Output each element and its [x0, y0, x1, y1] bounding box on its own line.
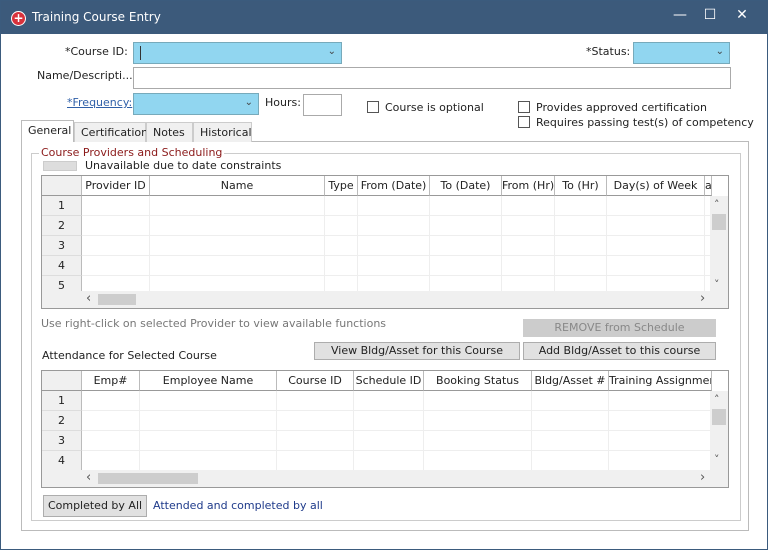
- column-header-day-s-of-week[interactable]: Day(s) of Week: [607, 176, 705, 196]
- completed-by-all-text: Attended and completed by all: [153, 499, 323, 512]
- scroll-down-icon[interactable]: ˅: [714, 278, 720, 291]
- row-header[interactable]: 2: [42, 411, 82, 431]
- course-id-label: *Course ID:: [65, 45, 128, 58]
- scroll-right-icon[interactable]: ›: [700, 470, 705, 485]
- course-id-combo[interactable]: ⌄: [133, 42, 342, 64]
- scroll-down-icon[interactable]: ˅: [714, 453, 720, 466]
- table-row[interactable]: [82, 411, 712, 431]
- scroll-up-icon[interactable]: ˄: [714, 198, 720, 211]
- column-header-training-assignment[interactable]: Training Assignment: [609, 371, 712, 391]
- hours-input[interactable]: [303, 94, 342, 116]
- chevron-down-icon: ⌄: [715, 46, 724, 57]
- row-header[interactable]: 3: [42, 431, 82, 451]
- row-header[interactable]: 1: [42, 391, 82, 411]
- column-header-from-hr-[interactable]: From (Hr): [502, 176, 555, 196]
- scroll-right-icon[interactable]: ›: [700, 291, 705, 306]
- maximize-button[interactable]: ☐: [695, 7, 725, 27]
- approved-certification-label: Provides approved certification: [536, 101, 707, 114]
- table-row[interactable]: [82, 196, 712, 216]
- row-header-corner: [42, 176, 82, 196]
- column-header-emp-[interactable]: Emp#: [82, 371, 140, 391]
- column-header-schedule-id[interactable]: Schedule ID: [354, 371, 424, 391]
- unavailable-color-swatch: [43, 161, 77, 171]
- column-header-to-hr-[interactable]: To (Hr): [555, 176, 607, 196]
- frequency-link[interactable]: *Frequency:: [67, 96, 132, 109]
- tab-general[interactable]: General: [21, 120, 74, 142]
- scroll-thumb[interactable]: [98, 294, 136, 305]
- row-header[interactable]: 1: [42, 196, 82, 216]
- unavailable-legend-label: Unavailable due to date constraints: [85, 159, 282, 172]
- vertical-scrollbar[interactable]: ˄ ˅: [710, 196, 728, 296]
- course-optional-checkbox[interactable]: [367, 101, 379, 113]
- horizontal-scrollbar[interactable]: ‹ ›: [42, 470, 728, 487]
- approved-certification-checkbox[interactable]: [518, 101, 530, 113]
- requires-test-checkbox[interactable]: [518, 116, 530, 128]
- column-header-employee-name[interactable]: Employee Name: [140, 371, 277, 391]
- attendance-title: Attendance for Selected Course: [42, 349, 217, 362]
- scroll-thumb[interactable]: [98, 473, 198, 484]
- close-button[interactable]: ✕: [727, 7, 757, 27]
- course-optional-label: Course is optional: [385, 101, 484, 114]
- column-header-booking-status[interactable]: Booking Status: [424, 371, 532, 391]
- scroll-left-icon[interactable]: ‹: [86, 291, 91, 306]
- column-header-bldg-asset-[interactable]: Bldg/Asset #: [532, 371, 609, 391]
- table-row[interactable]: [82, 216, 712, 236]
- view-bldg-asset-button[interactable]: View Bldg/Asset for this Course: [314, 342, 520, 360]
- window-title: Training Course Entry: [32, 10, 161, 24]
- attendance-grid[interactable]: Emp# Employee Name Course ID Schedule ID Boo…: [41, 370, 729, 488]
- row-header[interactable]: 3: [42, 236, 82, 256]
- table-row[interactable]: [82, 391, 712, 411]
- status-combo[interactable]: ⌄: [633, 42, 730, 64]
- scroll-up-icon[interactable]: ˄: [714, 393, 720, 406]
- column-header-type[interactable]: Type: [325, 176, 358, 196]
- table-row[interactable]: [82, 451, 712, 471]
- frequency-combo[interactable]: ⌄: [133, 93, 259, 115]
- tab-certification[interactable]: Certification: [74, 122, 148, 142]
- chevron-down-icon: ⌄: [244, 97, 253, 108]
- training-course-entry-window: + Training Course Entry — ☐ ✕ *Course ID…: [0, 0, 768, 550]
- name-description-input[interactable]: [133, 67, 731, 89]
- completed-by-all-button[interactable]: Completed by All: [43, 495, 147, 517]
- scroll-left-icon[interactable]: ‹: [86, 470, 91, 485]
- minimize-button[interactable]: —: [665, 7, 695, 27]
- providers-hint: Use right-click on selected Provider to …: [41, 317, 387, 330]
- row-header[interactable]: 2: [42, 216, 82, 236]
- tab-notes[interactable]: Notes: [146, 122, 193, 142]
- chevron-down-icon: ⌄: [327, 46, 336, 57]
- title-bar: + Training Course Entry — ☐ ✕: [1, 1, 768, 34]
- column-header-name[interactable]: Name: [150, 176, 325, 196]
- row-header[interactable]: 4: [42, 451, 82, 471]
- column-header-provider-id[interactable]: Provider ID: [82, 176, 150, 196]
- horizontal-scrollbar[interactable]: ‹ ›: [42, 291, 728, 308]
- column-header-from-date-[interactable]: From (Date): [358, 176, 430, 196]
- vertical-scrollbar[interactable]: ˄ ˅: [710, 391, 728, 471]
- tab-historical[interactable]: Historical: [193, 122, 252, 142]
- table-row[interactable]: [82, 256, 712, 276]
- app-icon: +: [11, 11, 26, 26]
- column-header-a[interactable]: a: [705, 176, 712, 196]
- name-description-label: Name/Descripti...: [37, 69, 133, 82]
- group-title: Course Providers and Scheduling: [39, 146, 225, 159]
- requires-test-label: Requires passing test(s) of competency: [536, 116, 754, 129]
- row-header-corner: [42, 371, 82, 391]
- row-header[interactable]: 4: [42, 256, 82, 276]
- remove-from-schedule-button[interactable]: REMOVE from Schedule: [523, 319, 716, 337]
- column-header-to-date-[interactable]: To (Date): [430, 176, 502, 196]
- column-header-course-id[interactable]: Course ID: [277, 371, 354, 391]
- table-row[interactable]: [82, 236, 712, 256]
- providers-grid[interactable]: Provider ID Name Type From (Date) To (Date) F…: [41, 175, 729, 309]
- hours-label: Hours:: [265, 96, 301, 109]
- text-cursor: [140, 46, 141, 60]
- add-bldg-asset-button[interactable]: Add Bldg/Asset to this course: [523, 342, 716, 360]
- table-row[interactable]: [82, 431, 712, 451]
- status-label: *Status:: [586, 45, 631, 58]
- scroll-thumb[interactable]: [712, 214, 726, 230]
- scroll-thumb[interactable]: [712, 409, 726, 425]
